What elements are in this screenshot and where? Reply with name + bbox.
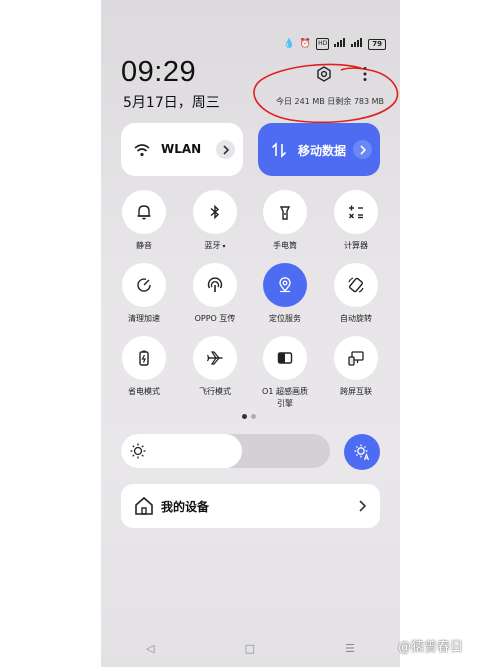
page-dot bbox=[251, 414, 256, 419]
tile-display-engine-button[interactable] bbox=[263, 336, 307, 380]
signal-5g-icon bbox=[334, 38, 346, 50]
chevron-right-icon bbox=[359, 500, 367, 512]
tile-airplane[interactable]: 飞行模式 bbox=[180, 336, 250, 398]
tile-bluetooth-button[interactable] bbox=[193, 190, 237, 234]
tile-label: 清理加速 bbox=[128, 314, 160, 323]
tile-calculator[interactable]: 计算器 bbox=[321, 190, 391, 252]
wlan-label: WLAN bbox=[161, 142, 202, 156]
battery-saver-icon bbox=[139, 350, 149, 366]
wlan-card[interactable]: WLAN bbox=[121, 123, 243, 176]
page-dot-active bbox=[242, 414, 247, 419]
hd-icon: HD bbox=[316, 38, 330, 50]
dropdown-caret-icon: ▾ bbox=[220, 243, 226, 250]
tile-label: 静音 bbox=[136, 241, 152, 250]
tile-cleanup-button[interactable] bbox=[122, 263, 166, 307]
tile-silent[interactable]: 静音 bbox=[109, 190, 179, 252]
back-icon[interactable]: ◁ bbox=[146, 642, 154, 655]
wlan-expand-button[interactable] bbox=[216, 140, 235, 159]
mobile-data-expand-button[interactable] bbox=[353, 140, 372, 159]
tile-auto-rotate[interactable]: 自动旋转 bbox=[321, 263, 391, 325]
tile-label: 计算器 bbox=[344, 241, 368, 250]
location-icon bbox=[279, 277, 291, 293]
clock-time: 09:29 bbox=[121, 56, 197, 88]
tile-label: 省电模式 bbox=[128, 387, 160, 396]
battery-indicator: 79 bbox=[368, 38, 386, 50]
alarm-icon: ⏰ bbox=[299, 39, 312, 49]
status-bar: 💧 ⏰ HD 79 bbox=[284, 38, 386, 50]
tile-display-engine[interactable]: O1 超感画质 引擎 bbox=[250, 336, 320, 410]
clock-date: 5月17日，周三 bbox=[123, 95, 220, 111]
tile-flashlight[interactable]: 手电筒 bbox=[250, 190, 320, 252]
navigation-bar: ◁ □ ☰ bbox=[101, 636, 400, 660]
cleanup-icon bbox=[137, 278, 151, 292]
tile-screen-connect[interactable]: 跨屏互联 bbox=[321, 336, 391, 398]
mobile-data-label: 移动数据 bbox=[298, 144, 347, 158]
screen-connect-icon bbox=[348, 351, 364, 366]
brightness-slider[interactable] bbox=[121, 434, 330, 468]
control-center: 💧 ⏰ HD 79 09:29 5月17日，周三 今日 241 MB 日剩余 7… bbox=[101, 0, 400, 667]
my-device-row[interactable]: 我的设备 bbox=[121, 484, 380, 528]
sun-icon bbox=[130, 443, 146, 459]
home-icon bbox=[135, 496, 153, 515]
mobile-data-card[interactable]: 移动数据 bbox=[258, 123, 380, 176]
tile-silent-button[interactable] bbox=[122, 190, 166, 234]
my-device-label: 我的设备 bbox=[161, 500, 210, 514]
bluetooth-icon bbox=[210, 204, 220, 220]
calculator-icon bbox=[349, 205, 363, 219]
tile-flashlight-button[interactable] bbox=[263, 190, 307, 234]
tile-label: O1 超感画质 引擎 bbox=[262, 387, 308, 408]
display-engine-icon bbox=[277, 352, 293, 364]
drop-icon: 💧 bbox=[283, 39, 295, 49]
tile-label: 手电筒 bbox=[273, 241, 297, 250]
auto-brightness-icon bbox=[354, 444, 370, 461]
auto-brightness-button[interactable] bbox=[344, 434, 380, 470]
annotation-ellipse bbox=[253, 63, 399, 124]
tile-screen-connect-button[interactable] bbox=[334, 336, 378, 380]
tile-bluetooth[interactable]: 蓝牙 ▾ bbox=[180, 190, 250, 253]
signal-icon bbox=[351, 38, 363, 50]
chevron-right-icon bbox=[359, 144, 366, 155]
tile-label: 蓝牙 bbox=[204, 241, 221, 250]
tile-calculator-button[interactable] bbox=[334, 190, 378, 234]
tile-power-saving-button[interactable] bbox=[122, 336, 166, 380]
data-transfer-icon bbox=[271, 142, 287, 158]
tile-location-button[interactable] bbox=[263, 263, 307, 307]
recents-icon[interactable]: ☰ bbox=[345, 642, 355, 655]
bell-icon bbox=[137, 205, 151, 220]
tile-cleanup[interactable]: 清理加速 bbox=[109, 263, 179, 325]
tile-oppo-share[interactable]: OPPO 互传 bbox=[180, 263, 250, 325]
rotate-icon bbox=[348, 277, 364, 293]
tile-auto-rotate-button[interactable] bbox=[334, 263, 378, 307]
tile-power-saving[interactable]: 省电模式 bbox=[109, 336, 179, 398]
airplane-icon bbox=[206, 351, 223, 365]
home-button-icon[interactable]: □ bbox=[245, 642, 255, 655]
share-icon bbox=[207, 277, 223, 292]
tile-label: OPPO 互传 bbox=[194, 314, 236, 323]
tile-location[interactable]: 定位服务 bbox=[250, 263, 320, 325]
wifi-icon bbox=[134, 144, 150, 157]
tile-label: 跨屏互联 bbox=[340, 387, 372, 396]
watermark: @猿曾春日 bbox=[398, 640, 464, 655]
page-indicator bbox=[242, 414, 256, 419]
tile-label: 自动旋转 bbox=[340, 314, 372, 323]
tile-airplane-button[interactable] bbox=[193, 336, 237, 380]
tile-oppo-share-button[interactable] bbox=[193, 263, 237, 307]
chevron-right-icon bbox=[222, 144, 229, 155]
flashlight-icon bbox=[279, 206, 291, 220]
tile-label: 飞行模式 bbox=[199, 387, 231, 396]
tile-label: 定位服务 bbox=[269, 314, 301, 323]
